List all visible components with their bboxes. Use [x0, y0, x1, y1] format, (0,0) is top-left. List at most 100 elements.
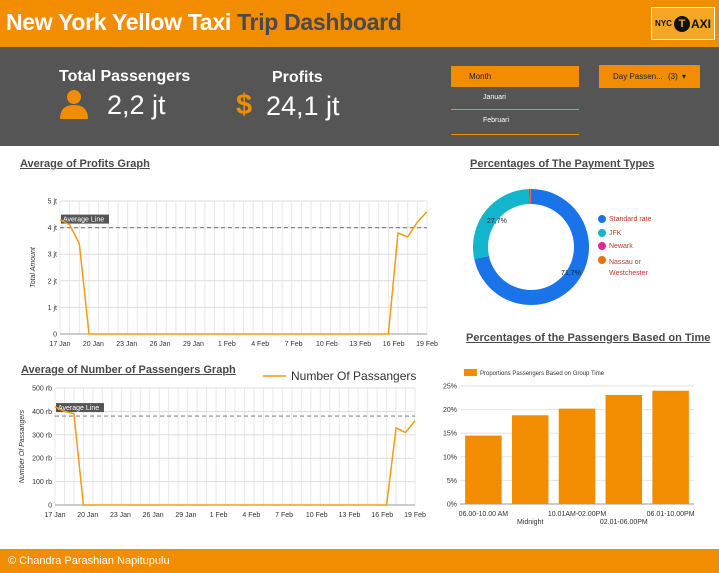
y-tick-label: 500 rb	[32, 386, 52, 393]
x-tick-label: 26 Jan	[143, 512, 164, 519]
profits-y-axis-title: Total Amount	[30, 246, 37, 288]
logo-t-circle: T	[673, 15, 690, 32]
passengers-line-chart: 0 100 rb 200 rb 300 rb 400 rb 500 rb 17 Jan 20 …	[19, 369, 426, 519]
month-filter-label: Month	[469, 72, 492, 81]
x-tick-label: 23 Jan	[110, 512, 131, 519]
legend-newark-dot	[598, 242, 606, 250]
pie-label-jfk: 27,7%	[487, 218, 507, 225]
x-tick-label: 19 Feb	[416, 341, 438, 348]
x-tick-label: 20 Jan	[83, 341, 104, 348]
y-tick-label: 1 jt	[48, 305, 57, 312]
profits-line-chart: 0 1 jt 2 jt 3 jt 4 jt 5 jt 17 Jan 20 Jan 23 Jan 2…	[30, 199, 438, 349]
header-bar: New York Yellow Taxi Trip Dashboard NYC …	[0, 0, 719, 47]
legend-standard-rate: Standard rate	[609, 216, 652, 223]
chevron-down-icon: ▾	[682, 72, 687, 81]
profits-value: 24,1 jt	[266, 91, 340, 121]
x-tick-label: 7 Feb	[285, 341, 303, 348]
x-tick-label: 1 Feb	[218, 341, 236, 348]
page-title: New York Yellow Taxi Trip Dashboard	[6, 9, 402, 36]
x-tick-label: 10 Feb	[316, 341, 338, 348]
x-tick-label: 1 Feb	[210, 512, 228, 519]
time-passengers-title: Percentages of the Passengers Based on T…	[466, 332, 711, 344]
month-filter[interactable]: Month	[451, 66, 579, 87]
day-passengers-filter[interactable]: Day Passen... (3) ▾	[599, 65, 700, 88]
legend-standard-rate-dot	[598, 215, 606, 223]
y-tick-label: 5%	[447, 478, 457, 485]
bar-1	[511, 415, 549, 504]
bar-2	[558, 408, 596, 504]
bar-legend-swatch	[464, 369, 477, 376]
x-tick-label: 26 Jan	[150, 341, 171, 348]
y-tick-label: 0	[48, 503, 52, 510]
x-tick-label: 10.01AM-02.00PM	[548, 511, 607, 518]
x-tick-label: 20 Jan	[77, 512, 98, 519]
x-tick-label: 16 Feb	[371, 512, 393, 519]
x-tick-label: 02.01-06.00PM	[600, 519, 648, 526]
dollar-icon: $	[236, 89, 253, 121]
y-tick-label: 100 rb	[32, 479, 52, 486]
footer-credit: © Chandra Parashian Napitupulu	[8, 555, 170, 567]
month-options-list: Januari Februari	[451, 88, 579, 135]
passengers-y-axis-title: Number Of Passangers	[19, 409, 26, 483]
time-bar-chart: 0% 5% 10% 15% 20% 25% 06.00-10.00 AM Midnight 10…	[443, 369, 695, 526]
x-tick-label: 13 Feb	[349, 341, 371, 348]
y-tick-label: 5 jt	[48, 199, 57, 206]
x-tick-label: 10 Feb	[306, 512, 328, 519]
x-tick-label: 4 Feb	[242, 512, 260, 519]
x-tick-label: 7 Feb	[275, 512, 293, 519]
y-tick-label: 20%	[443, 407, 457, 414]
nyc-taxi-logo: NYC T AXI	[651, 7, 715, 40]
y-tick-label: 2 jt	[48, 278, 57, 285]
month-option-januari[interactable]: Januari	[483, 94, 506, 101]
x-tick-label: 17 Jan	[44, 512, 65, 519]
y-tick-label: 4 jt	[48, 225, 57, 232]
person-icon	[60, 90, 88, 119]
day-filter-count: (3)	[668, 72, 678, 81]
x-tick-label: 19 Feb	[404, 512, 426, 519]
total-passengers-value: 2,2 jt	[107, 90, 166, 120]
option-divider	[451, 109, 579, 110]
average-line-label: Average Line	[63, 217, 104, 224]
page-title-main: New York Yellow Taxi	[6, 9, 231, 35]
x-tick-label: 29 Jan	[175, 512, 196, 519]
bar-legend-label: Proportions Passengers Based on Group Ti…	[480, 371, 605, 377]
legend-nassau: Nassau or Westchester	[609, 259, 648, 277]
y-tick-label: 15%	[443, 431, 457, 438]
total-passengers-label: Total Passengers	[59, 68, 191, 85]
y-tick-label: 300 rb	[32, 432, 52, 439]
legend-number-of-passangers: Number Of Passangers	[291, 369, 416, 383]
y-tick-label: 200 rb	[32, 456, 52, 463]
month-option-februari[interactable]: Februari	[483, 117, 509, 124]
x-tick-label: 16 Feb	[383, 341, 405, 348]
x-tick-label: 29 Jan	[183, 341, 204, 348]
x-tick-label: Midnight	[517, 519, 544, 526]
legend-jfk: JFK	[609, 230, 622, 237]
x-tick-label: 06.01-10.00PM	[647, 511, 695, 518]
x-tick-label: 23 Jan	[116, 341, 137, 348]
x-tick-label: 06.00-10.00 AM	[459, 511, 509, 518]
footer-bar: © Chandra Parashian Napitupulu	[0, 549, 719, 573]
y-tick-label: 3 jt	[48, 252, 57, 259]
legend-jfk-dot	[598, 229, 606, 237]
y-tick-label: 400 rb	[32, 409, 52, 416]
bar-4	[652, 390, 689, 504]
logo-nyc-text: NYC	[655, 19, 672, 28]
payment-donut-chart: 71,7% 27,7%	[473, 189, 589, 305]
payment-types-title: Percentages of The Payment Types	[470, 158, 655, 170]
bar-3	[605, 394, 643, 504]
day-filter-label: Day Passen...	[613, 72, 663, 81]
x-tick-label: 13 Feb	[339, 512, 361, 519]
legend-newark: Newark	[609, 243, 633, 250]
legend-nassau-dot	[598, 256, 606, 264]
bar-0	[465, 435, 502, 504]
y-tick-label: 10%	[443, 454, 457, 461]
page-title-accent: Trip Dashboard	[237, 9, 402, 35]
dashboard: New York Yellow Taxi Trip Dashboard NYC …	[0, 0, 719, 573]
pie-label-standard-rate: 71,7%	[561, 270, 581, 277]
y-tick-label: 0%	[447, 502, 457, 509]
y-tick-label: 25%	[443, 384, 457, 391]
y-tick-label: 0	[53, 332, 57, 339]
profits-graph-title: Average of Profits Graph	[20, 158, 150, 170]
profits-label: Profits	[272, 69, 323, 86]
x-tick-label: 4 Feb	[251, 341, 269, 348]
